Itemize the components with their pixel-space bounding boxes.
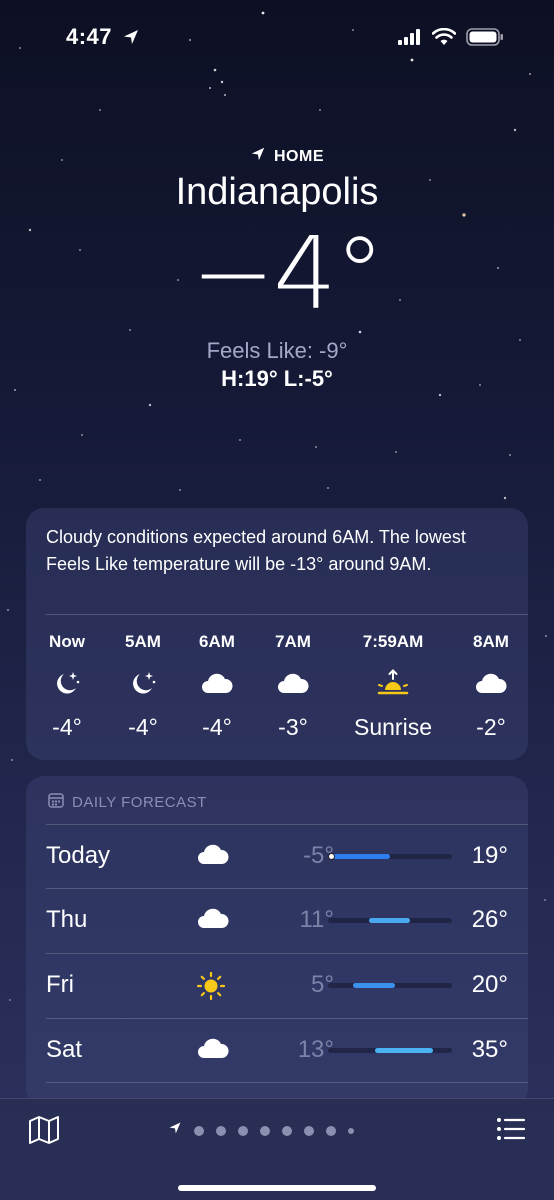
conditions-summary: Cloudy conditions expected around 6AM. T… — [46, 527, 466, 574]
location-arrow-icon — [122, 28, 140, 51]
cellular-signal-icon — [398, 29, 422, 50]
hourly-forecast-card[interactable]: Cloudy conditions expected around 6AM. T… — [26, 508, 528, 760]
hour-time: 8AM — [473, 632, 509, 651]
temperature-range-fill — [328, 854, 390, 859]
sun-icon — [196, 971, 226, 1006]
day-row-today[interactable]: Today -5° 19° — [46, 824, 528, 888]
day-high-temperature: 19° — [471, 842, 508, 869]
day-row-fri[interactable]: Fri 5° 20° — [46, 953, 528, 1017]
temperature-range-bar — [328, 983, 452, 988]
day-high-temperature: 35° — [471, 1036, 508, 1063]
page-dot[interactable] — [194, 1125, 204, 1136]
battery-icon — [466, 28, 504, 51]
temperature-range-fill — [375, 1048, 434, 1053]
high-low-temperature: H:19° L:-5° — [221, 366, 333, 391]
daily-forecast-heading: DAILY FORECAST — [48, 792, 207, 812]
page-dot[interactable] — [238, 1125, 248, 1136]
home-location-label: HOME — [0, 146, 554, 167]
hour-temperature: -2° — [476, 714, 506, 740]
status-icons — [398, 27, 504, 51]
day-name: Today — [46, 842, 111, 869]
current-location-page-icon[interactable] — [168, 1121, 182, 1140]
cloud-icon — [196, 842, 230, 871]
wifi-icon — [431, 27, 457, 51]
cloud-icon — [248, 668, 338, 698]
hour-time: 7:59AM — [362, 632, 424, 651]
page-dot[interactable] — [216, 1125, 226, 1136]
cloud-icon — [446, 668, 536, 698]
sunrise-icon — [338, 668, 448, 698]
city-name: Indianapolis — [175, 171, 379, 213]
hour-item: 8AM -2° — [446, 632, 536, 741]
page-dot[interactable] — [304, 1125, 314, 1136]
home-label-text: HOME — [274, 147, 324, 165]
temperature-range-bar — [328, 918, 452, 923]
hour-time: 7AM — [275, 632, 311, 651]
current-weather-header: HOME Indianapolis −4° Feels Like: -9° H:… — [0, 146, 554, 392]
day-name: Fri — [46, 971, 74, 998]
day-name: Thu — [46, 906, 88, 933]
home-indicator — [178, 1185, 376, 1191]
page-indicator[interactable] — [168, 1121, 354, 1140]
bottom-toolbar — [0, 1098, 554, 1200]
map-icon[interactable] — [28, 1115, 60, 1150]
status-time: 4:47 — [66, 24, 113, 49]
temperature-range-bar — [328, 853, 452, 860]
temperature-range-fill — [352, 983, 395, 988]
status-bar: 4:47 — [0, 22, 554, 56]
temperature-range-bar — [328, 1048, 452, 1053]
day-high-temperature: 26° — [471, 906, 508, 933]
day-name: Sat — [46, 1036, 83, 1063]
page-dot[interactable] — [326, 1125, 336, 1136]
divider — [46, 1082, 528, 1083]
hour-item: 7:59AM Sunrise — [338, 632, 448, 741]
page-dot[interactable] — [348, 1127, 354, 1134]
hour-temperature: Sunrise — [354, 714, 432, 740]
calendar-icon — [48, 792, 64, 812]
list-icon[interactable] — [496, 1117, 526, 1146]
page-dot[interactable] — [282, 1125, 292, 1136]
hour-item: 7AM -3° — [248, 632, 338, 741]
feels-like-temperature: Feels Like: -9° — [206, 338, 348, 363]
daily-forecast-card[interactable]: DAILY FORECAST Today -5° 19° Thu 11° 26°… — [26, 776, 528, 1106]
day-high-temperature: 20° — [471, 971, 508, 998]
location-arrow-icon — [250, 146, 266, 167]
hourly-forecast-list[interactable]: Now -4° 5AM -4° 6AM -4° 7AM -3° 7:59AM S… — [26, 632, 528, 752]
page-dot[interactable] — [260, 1125, 270, 1136]
hour-temperature: -3° — [278, 714, 308, 740]
cloud-icon — [196, 906, 230, 935]
temperature-range-fill — [368, 918, 410, 923]
day-row-sat[interactable]: Sat 13° 35° — [46, 1018, 528, 1082]
current-temperature: −4° — [191, 215, 384, 332]
daily-forecast-title: DAILY FORECAST — [72, 793, 207, 811]
cloud-icon — [196, 1036, 230, 1065]
divider — [46, 614, 528, 615]
day-row-thu[interactable]: Thu 11° 26° — [46, 888, 528, 952]
